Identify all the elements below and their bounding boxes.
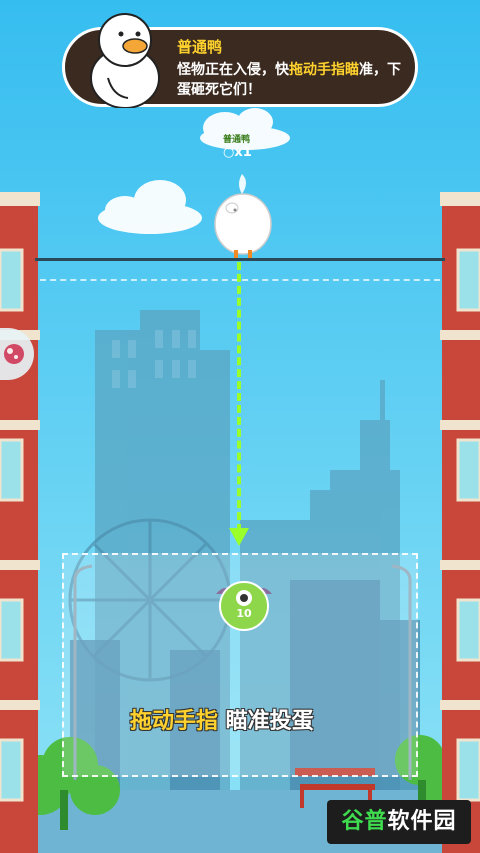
watermark-logo: 谷普软件园 — [327, 800, 471, 844]
food-icon — [4, 344, 24, 364]
speaker-name: 普通鸭 — [177, 38, 223, 56]
tutorial-message: 怪物正在入侵，快拖动手指瞄准，下蛋砸死它们！ — [177, 62, 401, 98]
aim-arrow-icon — [229, 528, 249, 546]
monster-badge: 10 — [212, 580, 276, 632]
drag-instruction: 拖动手指 瞄准投蛋 — [130, 709, 314, 734]
duck-avatar-icon — [90, 13, 160, 108]
aim-trajectory-line — [237, 262, 241, 532]
game-scene[interactable]: 普通鸭 怪物正在入侵，快拖动手指瞄准，下蛋砸死它们！ 普通鸭 ○x1 10 拖动… — [0, 0, 480, 853]
monster-value: 10 — [236, 607, 252, 620]
duck-type-label: 普通鸭 — [223, 135, 251, 145]
player-duck-icon[interactable] — [212, 170, 274, 260]
egg-count: ○x1 — [223, 145, 252, 160]
